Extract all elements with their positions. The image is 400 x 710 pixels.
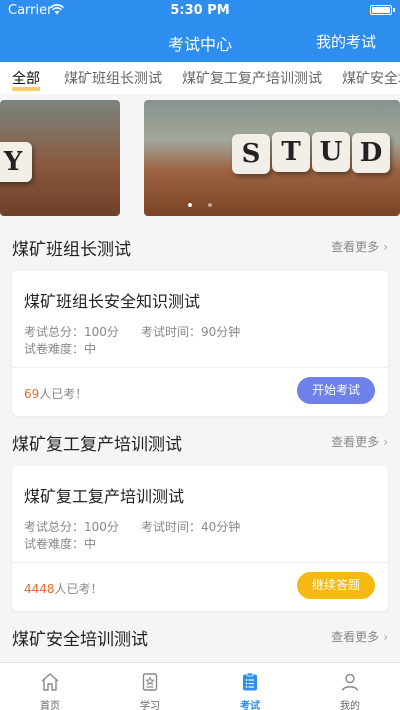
exam-title: 煤矿复工复产培训测试	[24, 487, 185, 506]
carousel-dot	[208, 203, 212, 207]
tab-resumption-training[interactable]: 煤矿复工复产培训测试	[182, 68, 322, 88]
tab-exam[interactable]: 考试	[200, 663, 300, 710]
chevron-right-icon: ›	[383, 435, 388, 449]
dice-letter: S	[232, 134, 270, 174]
exam-title: 煤矿班组长安全知识测试	[24, 292, 201, 311]
tab-label: 考试	[240, 701, 260, 710]
tab-study[interactable]: 学习	[100, 663, 200, 710]
active-tab-underline	[12, 87, 40, 91]
battery-icon	[370, 5, 395, 15]
header: Carrier 5:30 PM 考试中心 我的考试	[0, 0, 400, 62]
view-more-link[interactable]: 查看更多 ›	[331, 628, 388, 645]
study-icon	[142, 673, 158, 691]
exam-duration: 考试时间：90分钟	[141, 325, 241, 339]
divider	[12, 562, 388, 563]
view-more-link[interactable]: 查看更多 ›	[331, 433, 388, 450]
dice-letter: U	[312, 132, 350, 172]
exam-clipboard-icon	[243, 672, 257, 691]
taken-number: 4448	[24, 582, 55, 596]
banner-slide[interactable]: S T U D	[144, 100, 400, 216]
continue-exam-button[interactable]: 继续答题	[297, 572, 375, 599]
home-icon	[41, 673, 59, 691]
tab-label: 学习	[140, 701, 160, 710]
exam-duration: 考试时间：40分钟	[141, 520, 241, 534]
divider	[12, 367, 388, 368]
tab-label: 全部	[12, 71, 40, 87]
dice-letter: D	[352, 133, 390, 173]
taken-number: 69	[24, 387, 40, 401]
view-more-label: 查看更多	[331, 240, 380, 254]
taken-count: 69人已考！	[24, 385, 87, 402]
taken-suffix: 人已考！	[54, 582, 103, 596]
tab-all[interactable]: 全部	[12, 68, 40, 91]
section-title: 煤矿班组长测试	[12, 240, 131, 260]
tab-safety-training[interactable]: 煤矿安全培	[342, 68, 400, 88]
exam-difficulty: 试卷难度：中	[24, 342, 97, 356]
tab-label: 首页	[40, 701, 60, 710]
exam-total-score: 考试总分：100分	[24, 325, 119, 339]
category-tabs: 全部 煤矿班组长测试 煤矿复工复产培训测试 煤矿安全培	[0, 62, 400, 94]
exam-card[interactable]: 煤矿复工复产培训测试 考试总分：100分 考试时间：40分钟 试卷难度：中 44…	[12, 466, 388, 611]
view-more-label: 查看更多	[331, 435, 380, 449]
chevron-right-icon: ›	[383, 240, 388, 254]
taken-count: 4448人已考！	[24, 580, 103, 597]
chevron-right-icon: ›	[383, 630, 388, 644]
dice-letter: T	[272, 132, 310, 172]
banner-slide-prev[interactable]: Y	[0, 100, 120, 216]
dice-letter: Y	[0, 142, 32, 182]
taken-suffix: 人已考！	[39, 387, 88, 401]
user-icon	[341, 673, 359, 691]
tab-label: 我的	[340, 701, 360, 710]
clock: 5:30 PM	[170, 3, 230, 18]
exam-total-score: 考试总分：100分	[24, 520, 119, 534]
view-more-label: 查看更多	[331, 630, 380, 644]
exam-card[interactable]: 煤矿班组长安全知识测试 考试总分：100分 考试时间：90分钟 试卷难度：中 6…	[12, 271, 388, 416]
bottom-tab-bar: 首页 学习 考试 我的	[0, 662, 400, 710]
start-exam-button[interactable]: 开始考试	[297, 377, 375, 404]
section-title: 煤矿安全培训测试	[12, 630, 148, 650]
tab-profile[interactable]: 我的	[300, 663, 400, 710]
tab-home[interactable]: 首页	[0, 663, 100, 710]
view-more-link[interactable]: 查看更多 ›	[331, 238, 388, 255]
exam-difficulty: 试卷难度：中	[24, 537, 97, 551]
my-exams-link[interactable]: 我的考试	[316, 31, 376, 52]
carousel-dot-active	[188, 203, 192, 207]
section-title: 煤矿复工复产培训测试	[12, 435, 182, 455]
status-bar: Carrier 5:30 PM	[0, 0, 400, 20]
tab-team-leader[interactable]: 煤矿班组长测试	[64, 68, 162, 88]
